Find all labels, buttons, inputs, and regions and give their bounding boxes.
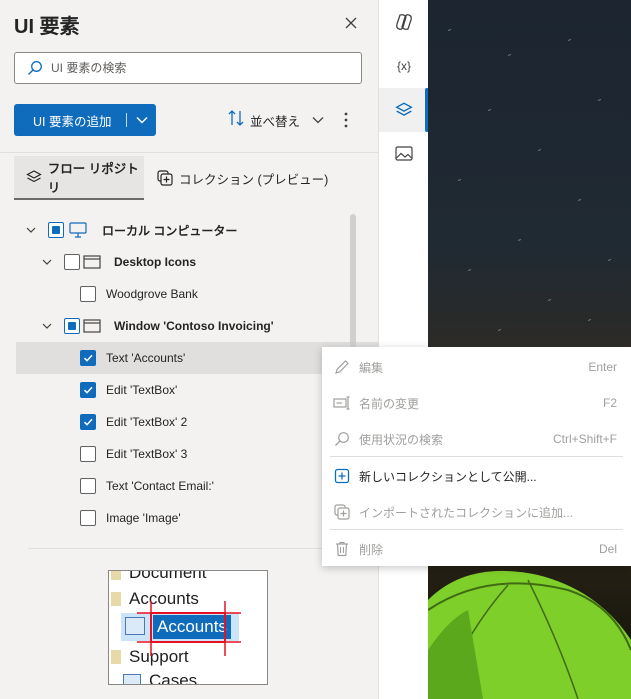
tree-row-label: ローカル コンピューター xyxy=(102,223,238,238)
context-menu: 編集 Enter 名前の変更 F2 使用状況の検索 Ctrl+Shift+F 新… xyxy=(322,347,631,566)
tree-checkbox[interactable] xyxy=(48,222,64,238)
tree-row-window-contoso[interactable]: Window 'Contoso Invoicing' xyxy=(16,310,350,342)
copilot-icon[interactable] xyxy=(379,0,429,44)
menu-item-publish-collection[interactable]: 新しいコレクションとして公開... xyxy=(322,458,631,494)
tree-checkbox[interactable] xyxy=(80,286,96,302)
tree-row-edit-textbox-2[interactable]: Edit 'TextBox' 2 xyxy=(16,406,350,438)
menu-item-delete[interactable]: 削除 Del xyxy=(322,531,631,567)
menu-item-label: 削除 xyxy=(359,542,384,557)
tree-row-local-computer[interactable]: ローカル コンピューター xyxy=(16,214,350,246)
add-box-icon xyxy=(333,467,351,485)
search-icon xyxy=(25,58,45,78)
tree-row-label: Desktop Icons xyxy=(114,255,197,269)
search-box[interactable] xyxy=(14,52,362,84)
sort-arrows-icon xyxy=(228,109,244,132)
tree-row-label: Edit 'TextBox' 3 xyxy=(106,447,188,461)
tree-row-label: Edit 'TextBox' xyxy=(106,383,178,397)
tree-checkbox[interactable] xyxy=(64,318,80,334)
chevron-down-icon xyxy=(312,111,324,129)
window-icon xyxy=(82,254,102,270)
ui-elements-icon[interactable] xyxy=(379,88,429,132)
collection-add-icon xyxy=(333,503,351,521)
close-icon[interactable] xyxy=(340,12,362,34)
variables-icon[interactable]: {x} xyxy=(379,44,429,88)
tab-label: フロー リポジトリ xyxy=(47,162,139,195)
search-icon xyxy=(333,430,351,448)
menu-item-shortcut: F2 xyxy=(602,396,617,410)
crosshair-marker xyxy=(137,601,241,656)
tree-checkbox[interactable] xyxy=(64,254,80,270)
add-ui-element-button[interactable]: UI 要素の追加 xyxy=(14,104,156,136)
more-options-icon[interactable] xyxy=(336,108,356,132)
tree-checkbox[interactable] xyxy=(80,478,96,494)
menu-item-label: インポートされたコレクションに追加... xyxy=(359,505,574,520)
menu-item-label: 新しいコレクションとして公開... xyxy=(359,469,537,484)
menu-divider xyxy=(330,529,623,530)
tree-row-edit-textbox[interactable]: Edit 'TextBox' xyxy=(16,374,350,406)
tree-row-label: Image 'Image' xyxy=(106,511,181,525)
add-ui-element-label: UI 要素の追加 xyxy=(33,114,112,129)
pencil-icon xyxy=(333,358,351,376)
monitor-icon xyxy=(68,222,88,238)
tree-row-label: Woodgrove Bank xyxy=(106,287,198,301)
chevron-down-icon[interactable] xyxy=(40,319,54,333)
preview-divider xyxy=(28,548,350,549)
menu-item-label: 使用状況の検索 xyxy=(359,432,444,447)
trash-icon xyxy=(333,540,351,558)
menu-item-edit[interactable]: 編集 Enter xyxy=(322,349,631,385)
sort-label: 並べ替え xyxy=(250,114,301,129)
layers-icon xyxy=(26,168,43,186)
tree-checkbox[interactable] xyxy=(80,382,96,398)
tree-row-text-contact-email[interactable]: Text 'Contact Email:' xyxy=(16,470,350,502)
tab-collections[interactable]: コレクション (プレビュー) xyxy=(156,156,328,200)
rename-icon xyxy=(333,394,351,412)
tree-row-edit-textbox-3[interactable]: Edit 'TextBox' 3 xyxy=(16,438,350,470)
tree-row-label: Edit 'TextBox' 2 xyxy=(106,415,188,429)
tab-flow-repository[interactable]: フロー リポジトリ xyxy=(14,156,144,200)
sort-button[interactable]: 並べ替え xyxy=(228,108,324,132)
tree-checkbox[interactable] xyxy=(80,510,96,526)
tree-checkbox[interactable] xyxy=(80,446,96,462)
images-icon[interactable] xyxy=(379,132,429,176)
menu-item-shortcut: Ctrl+Shift+F xyxy=(552,432,617,446)
menu-divider xyxy=(330,456,623,457)
menu-item-label: 名前の変更 xyxy=(359,396,420,411)
menu-item-rename[interactable]: 名前の変更 F2 xyxy=(322,385,631,421)
chevron-down-icon[interactable] xyxy=(40,255,54,269)
tree-row-image[interactable]: Image 'Image' xyxy=(16,502,350,534)
chevron-down-icon[interactable] xyxy=(127,116,156,124)
tree-row-label: Text 'Contact Email:' xyxy=(106,479,214,493)
tab-label: コレクション (プレビュー) xyxy=(179,172,329,187)
tree-row-woodgrove-bank[interactable]: Woodgrove Bank xyxy=(16,278,350,310)
search-input[interactable] xyxy=(51,61,351,75)
element-preview-image: Document Accounts Accounts Support Cases xyxy=(108,570,268,685)
pane-title: UI 要素 xyxy=(14,16,80,38)
tree-checkbox[interactable] xyxy=(80,350,96,366)
menu-item-shortcut: Enter xyxy=(588,360,617,374)
collection-icon xyxy=(156,169,174,187)
tree-row-label: Window 'Contoso Invoicing' xyxy=(114,319,274,333)
chevron-down-icon[interactable] xyxy=(24,223,38,237)
tree-checkbox[interactable] xyxy=(80,414,96,430)
tree-row-desktop-icons[interactable]: Desktop Icons xyxy=(16,246,350,278)
menu-item-add-to-imported[interactable]: インポートされたコレクションに追加... xyxy=(322,494,631,530)
tree-row-label: Text 'Accounts' xyxy=(106,351,186,365)
menu-item-find-usages[interactable]: 使用状況の検索 Ctrl+Shift+F xyxy=(322,421,631,457)
menu-item-label: 編集 xyxy=(359,360,384,375)
toolbar-divider xyxy=(0,152,378,153)
menu-item-shortcut: Del xyxy=(598,542,617,556)
window-icon xyxy=(82,318,102,334)
